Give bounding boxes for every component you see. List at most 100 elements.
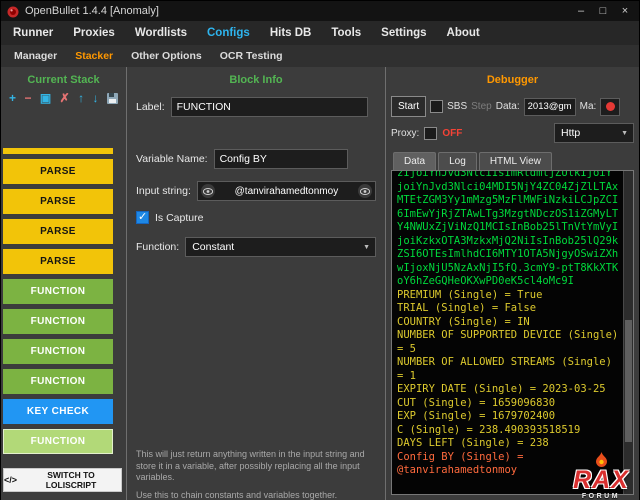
- console-line: DAYS LEFT (Single) = 238: [397, 437, 619, 451]
- submenu-item-stacker[interactable]: Stacker: [66, 45, 122, 67]
- label-field-label: Label:: [136, 101, 165, 113]
- console-line: TRIAL (Single) = False: [397, 302, 619, 316]
- function-label: Function:: [136, 241, 179, 253]
- code-icon: </>: [4, 475, 17, 485]
- submenu-item-other-options[interactable]: Other Options: [122, 45, 211, 67]
- openbullet-logo-icon: [7, 5, 19, 17]
- clone-block-icon[interactable]: ▣: [40, 91, 51, 105]
- stack-block[interactable]: FUNCTION: [3, 279, 113, 304]
- watermark-title: RAX: [573, 468, 629, 492]
- function-dropdown[interactable]: Constant ▼: [185, 237, 376, 257]
- stack-block-list: PARSE PARSE PARSE PARSE FUNCTION FUNCTIO…: [3, 148, 113, 459]
- wordlist-type-dropdown[interactable]: [600, 98, 620, 116]
- menu-item-configs[interactable]: Configs: [197, 21, 260, 45]
- step-button[interactable]: Step: [471, 101, 492, 112]
- block-description-line1: This will just return anything written i…: [136, 449, 379, 484]
- console-line: CUT (Single) = 1659096830: [397, 397, 619, 411]
- proxy-status-badge: OFF: [442, 128, 462, 139]
- eye-left-icon[interactable]: [201, 184, 215, 198]
- variable-name-label: Variable Name:: [136, 153, 208, 165]
- console-token-line: joiYnJvd3Nlci04MDI5NjY4ZC04ZjZlLTAxMTEtZ…: [397, 181, 619, 289]
- submenu-item-ocr-testing[interactable]: OCR Testing: [211, 45, 292, 67]
- remove-block-icon[interactable]: −: [24, 91, 31, 105]
- data-input[interactable]: [524, 98, 576, 116]
- save-stack-icon[interactable]: [107, 93, 118, 104]
- main-menu: Runner Proxies Wordlists Configs Hits DB…: [1, 21, 639, 45]
- menu-item-hitsdb[interactable]: Hits DB: [260, 21, 322, 45]
- eye-right-icon[interactable]: [358, 184, 372, 198]
- move-down-icon[interactable]: ↓: [93, 91, 99, 105]
- block-info-title: Block Info: [127, 74, 385, 86]
- menu-item-wordlists[interactable]: Wordlists: [125, 21, 197, 45]
- sbs-checkbox[interactable]: [430, 100, 443, 113]
- console-line: COUNTRY (Single) = IN: [397, 316, 619, 330]
- stack-block-partial[interactable]: [3, 148, 113, 154]
- console-line: EXPIRY DATE (Single) = 2023-03-25: [397, 383, 619, 397]
- rax-forum-watermark: RAX FORUM: [565, 452, 637, 500]
- switch-to-loliscript-button[interactable]: </> SWITCH TO LOLISCRIPT: [3, 468, 122, 492]
- debugger-console: zIjoiYnJvd3NlciIsImRldmljZUlkIjoiY joiYn…: [391, 170, 634, 495]
- stack-block[interactable]: KEY CHECK: [3, 399, 113, 424]
- menu-item-runner[interactable]: Runner: [3, 21, 63, 45]
- minimize-button[interactable]: –: [571, 3, 591, 19]
- wordlist-type-label: Ma:: [580, 101, 597, 112]
- proxy-type-dropdown[interactable]: Http ▼: [554, 123, 634, 143]
- function-dropdown-value: Constant: [192, 241, 234, 253]
- stack-block-selected[interactable]: FUNCTION: [3, 429, 113, 454]
- stack-block[interactable]: FUNCTION: [3, 309, 113, 334]
- stack-block[interactable]: PARSE: [3, 249, 113, 274]
- chevron-down-icon: ▼: [621, 130, 628, 137]
- chevron-down-icon: ▼: [363, 244, 370, 251]
- input-string-field[interactable]: @tanvirahamedtonmoy: [197, 181, 376, 201]
- stack-block[interactable]: PARSE: [3, 159, 113, 184]
- stack-toolbar: + − ▣ ✗ ↑ ↓: [1, 86, 126, 106]
- sbs-label: SBS: [447, 101, 467, 112]
- close-button[interactable]: ×: [615, 3, 635, 19]
- debugger-tabs: Data Log HTML View: [391, 152, 634, 170]
- is-capture-label: Is Capture: [155, 212, 203, 224]
- menu-item-tools[interactable]: Tools: [321, 21, 371, 45]
- console-line: zIjoiYnJvd3NlciIsImRldmljZUlkIjoiY: [397, 170, 619, 181]
- input-string-value: @tanvirahamedtonmoy: [235, 186, 339, 197]
- current-stack-panel: Current Stack + − ▣ ✗ ↑ ↓ PARSE PARSE PA…: [1, 67, 127, 500]
- submenu-item-manager[interactable]: Manager: [5, 45, 66, 67]
- window-title: OpenBullet 1.4.4 [Anomaly]: [25, 5, 571, 17]
- clear-stack-icon[interactable]: ✗: [60, 91, 70, 105]
- stack-block[interactable]: FUNCTION: [3, 369, 113, 394]
- stack-block[interactable]: PARSE: [3, 219, 113, 244]
- menu-item-about[interactable]: About: [437, 21, 490, 45]
- console-scrollbar-thumb[interactable]: [625, 320, 632, 443]
- variable-name-input[interactable]: [214, 149, 348, 169]
- debugger-panel: Debugger Start SBS Step Data: Ma: Proxy:…: [386, 67, 639, 500]
- move-up-icon[interactable]: ↑: [78, 91, 84, 105]
- stacker-main-area: Current Stack + − ▣ ✗ ↑ ↓ PARSE PARSE PA…: [1, 67, 639, 500]
- console-line: EXP (Single) = 1679702400: [397, 410, 619, 424]
- tab-log[interactable]: Log: [438, 152, 477, 170]
- data-label: Data:: [496, 101, 520, 112]
- status-dot-icon: [606, 102, 615, 111]
- add-block-icon[interactable]: +: [9, 91, 16, 105]
- console-line: PREMIUM (Single) = True: [397, 289, 619, 303]
- block-description-line2: Use this to chain constants and variable…: [136, 490, 379, 500]
- block-description: This will just return anything written i…: [136, 449, 379, 500]
- block-info-panel: Block Info Label: Variable Name: Input s…: [127, 67, 386, 500]
- menu-item-settings[interactable]: Settings: [371, 21, 436, 45]
- proxy-checkbox[interactable]: [424, 127, 437, 140]
- current-stack-title: Current Stack: [1, 74, 126, 86]
- proxy-row: Proxy: OFF Http ▼: [391, 123, 634, 143]
- tab-data[interactable]: Data: [393, 152, 436, 170]
- stack-block[interactable]: FUNCTION: [3, 339, 113, 364]
- watermark-subtitle: FORUM: [582, 493, 620, 500]
- openbullet-window: OpenBullet 1.4.4 [Anomaly] – □ × Runner …: [0, 0, 640, 500]
- configs-submenu: Manager Stacker Other Options OCR Testin…: [1, 45, 639, 67]
- is-capture-checkbox[interactable]: [136, 211, 149, 224]
- menu-item-proxies[interactable]: Proxies: [63, 21, 125, 45]
- label-input[interactable]: [171, 97, 368, 117]
- maximize-button[interactable]: □: [593, 3, 613, 19]
- console-scrollbar[interactable]: [623, 171, 633, 494]
- tab-html-view[interactable]: HTML View: [479, 152, 552, 170]
- stack-block[interactable]: PARSE: [3, 189, 113, 214]
- start-button[interactable]: Start: [391, 96, 426, 117]
- proxy-label: Proxy:: [391, 128, 419, 139]
- proxy-type-value: Http: [561, 127, 580, 139]
